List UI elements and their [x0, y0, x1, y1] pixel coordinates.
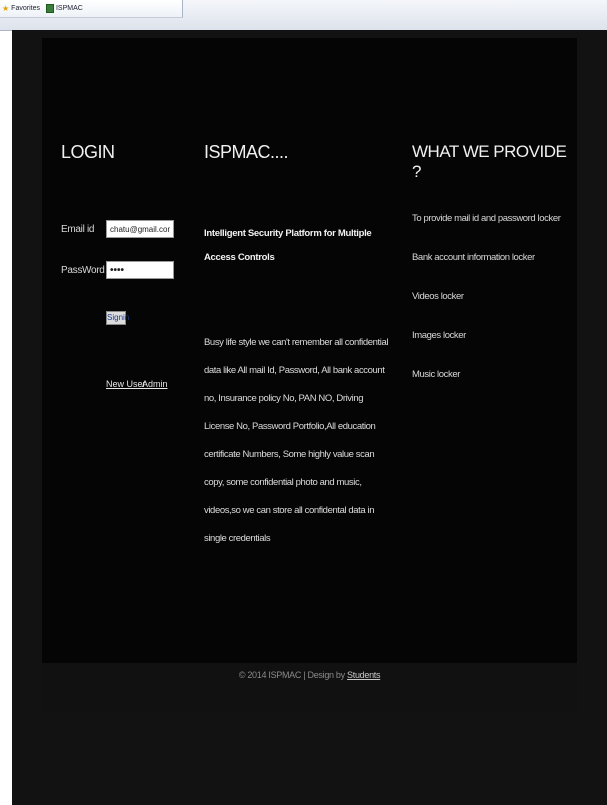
- students-link[interactable]: Students: [347, 670, 380, 680]
- ispmac-title: ISPMAC....: [204, 142, 289, 162]
- list-item: To provide mail id and password locker: [412, 213, 561, 224]
- provide-list: To provide mail id and password locker B…: [412, 212, 561, 407]
- login-title: LOGIN: [61, 142, 115, 162]
- star-icon: ★: [2, 4, 10, 13]
- provide-title: WHAT WE PROVIDE ?: [412, 142, 567, 181]
- list-item: Images locker: [412, 330, 466, 341]
- page-background: LOGIN Email id PassWord Signin New User …: [12, 30, 607, 805]
- list-item: Music locker: [412, 369, 460, 380]
- password-label: PassWord: [61, 265, 105, 276]
- main-content: LOGIN Email id PassWord Signin New User …: [42, 38, 577, 663]
- copyright-text: © 2014 ISPMAC | Design by: [238, 670, 345, 680]
- admin-link[interactable]: Admin: [142, 379, 168, 389]
- list-item: Bank account information locker: [412, 252, 535, 263]
- new-user-link[interactable]: New User: [106, 379, 146, 389]
- favorites-button[interactable]: Favorites: [11, 5, 40, 12]
- email-label: Email id: [61, 224, 95, 235]
- favorites-bar: ★ Favorites ISPMAC: [0, 0, 183, 18]
- list-item: Videos locker: [412, 291, 464, 302]
- page-icon: [45, 4, 54, 13]
- tab-ispmac[interactable]: ISPMAC: [45, 4, 83, 13]
- signin-button[interactable]: Signin: [106, 311, 129, 325]
- tab-label: ISPMAC: [55, 5, 83, 12]
- platform-heading: Intelligent Security Platform for Multip…: [204, 228, 372, 263]
- browser-chrome: ★ Favorites ISPMAC: [0, 0, 607, 31]
- footer-copyright: © 2014 ISPMAC | Design by Students: [42, 670, 577, 680]
- password-field[interactable]: [106, 261, 174, 279]
- about-text: Busy life style we can't remember all co…: [204, 337, 389, 544]
- email-field[interactable]: [106, 220, 174, 238]
